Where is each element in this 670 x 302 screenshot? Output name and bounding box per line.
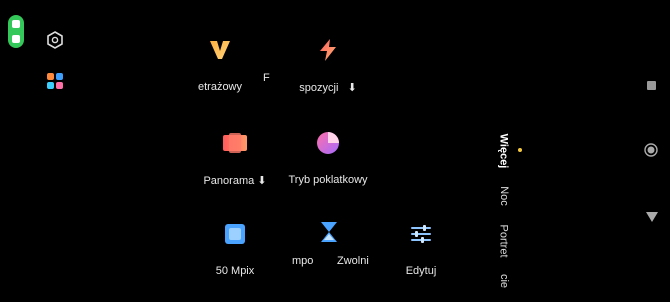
tile-label: 50 Mpix bbox=[215, 265, 255, 277]
tile-label-clipped: mpo bbox=[292, 255, 314, 267]
apps-grid-icon[interactable] bbox=[46, 72, 64, 90]
download-icon: ⬇ bbox=[347, 82, 357, 94]
tile-edit[interactable]: Edytuj bbox=[366, 219, 476, 277]
tile-timelapse[interactable]: Tryb poklatkowy bbox=[273, 128, 383, 186]
tile-label-clipped: F bbox=[263, 72, 270, 84]
tile-label: Panorama ⬇ bbox=[203, 175, 267, 187]
tile-label: etrażowy bbox=[197, 81, 243, 93]
panorama-icon bbox=[220, 128, 250, 158]
tile-label: spozycji ⬇ bbox=[299, 82, 357, 94]
tile-label: Zwolni bbox=[337, 255, 369, 267]
aperture-v-icon bbox=[205, 35, 235, 65]
download-icon: ⬇ bbox=[257, 175, 267, 187]
grid-50mp-icon bbox=[220, 219, 250, 249]
settings-hex-icon[interactable] bbox=[45, 30, 65, 50]
camera-indicator-icon bbox=[12, 20, 20, 28]
shutter-circle-icon[interactable] bbox=[644, 143, 658, 157]
status-pill bbox=[8, 15, 24, 48]
sliders-icon bbox=[406, 219, 436, 249]
gallery-square-icon[interactable] bbox=[647, 81, 656, 90]
hourglass-icon[interactable] bbox=[316, 219, 346, 249]
mic-indicator-icon bbox=[12, 35, 20, 43]
tile-multi-exposure[interactable]: etrażowy bbox=[165, 35, 275, 93]
mode-portrait[interactable]: Portret bbox=[498, 224, 510, 257]
timelapse-icon bbox=[313, 128, 343, 158]
tile-long-exposure[interactable]: spozycji ⬇ bbox=[273, 35, 383, 94]
tile-50mp[interactable]: 50 Mpix bbox=[180, 219, 290, 277]
tile-label: Tryb poklatkowy bbox=[288, 174, 368, 186]
mode-more[interactable]: Więcej bbox=[497, 134, 509, 169]
back-triangle-icon[interactable] bbox=[645, 210, 659, 222]
lightning-icon bbox=[313, 35, 343, 65]
mode-cut[interactable]: cie bbox=[498, 274, 510, 288]
tile-label: Edytuj bbox=[405, 265, 437, 277]
mode-night[interactable]: Noc bbox=[498, 186, 510, 206]
active-indicator-dot bbox=[518, 148, 522, 152]
